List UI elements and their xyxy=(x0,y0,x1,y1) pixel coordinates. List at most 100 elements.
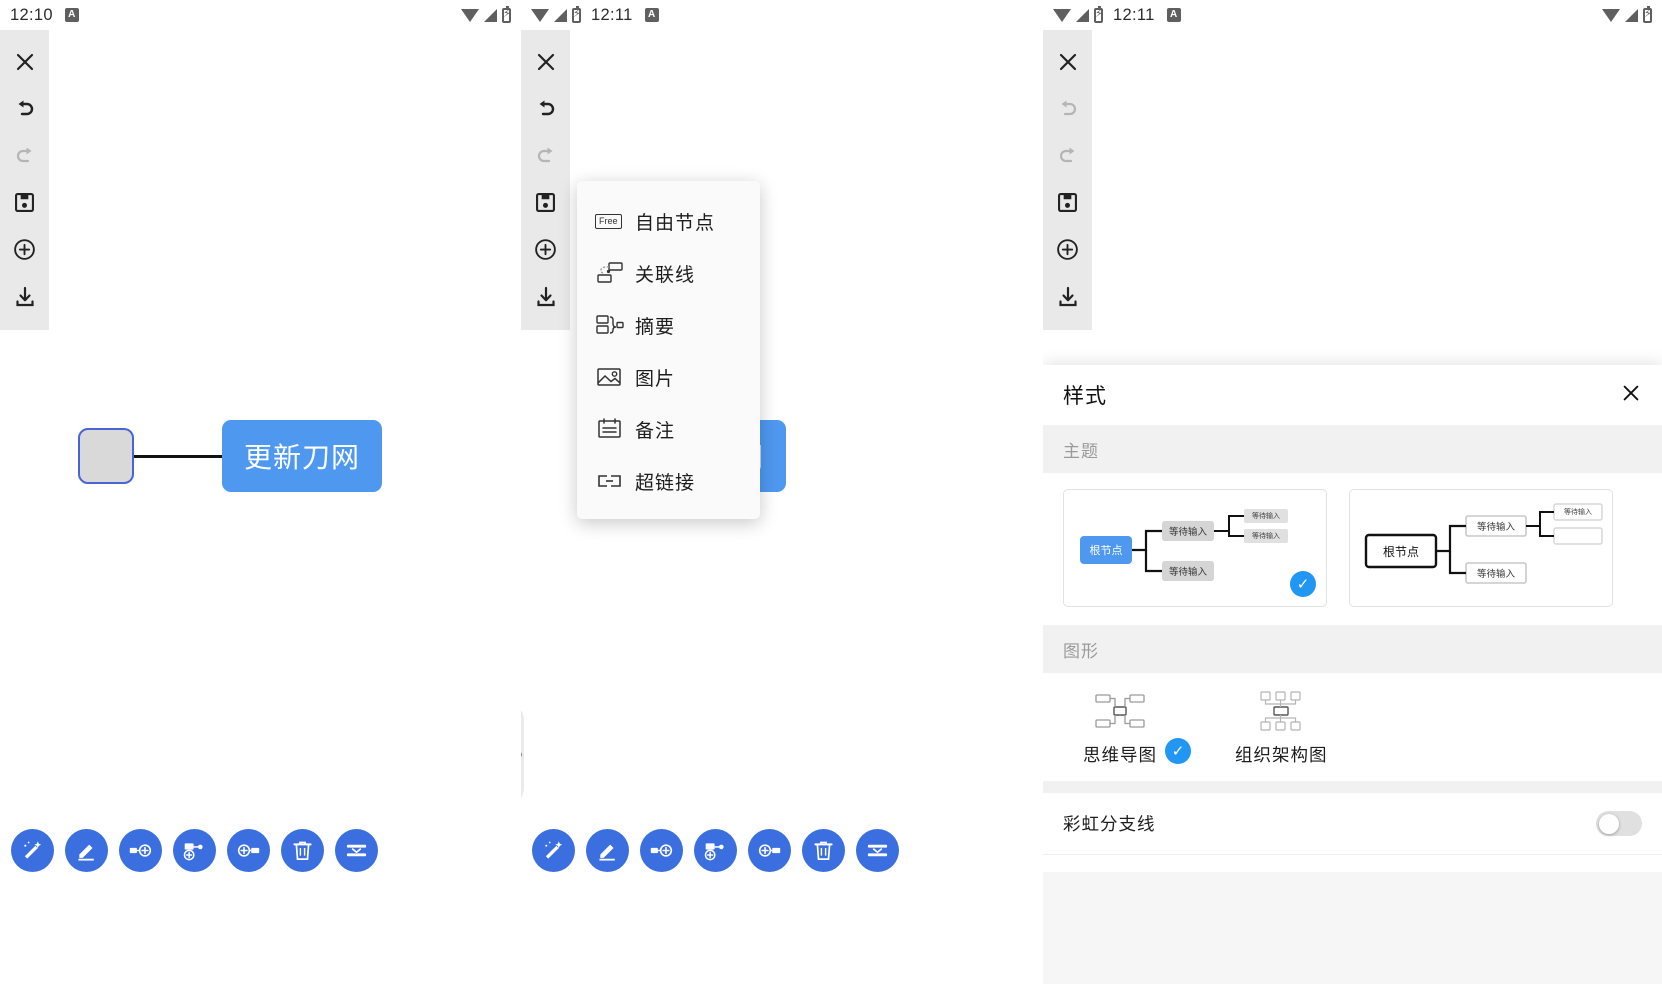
style-button[interactable] xyxy=(11,829,54,872)
add-button[interactable] xyxy=(0,226,49,273)
theme-grandchild-label: 等待输入 xyxy=(1252,533,1280,540)
shape-option-label: 思维导图 xyxy=(1083,745,1157,765)
add-parent-node-button[interactable] xyxy=(227,829,270,872)
mindmap-node-empty-selected[interactable] xyxy=(78,428,134,484)
trash-icon xyxy=(293,841,312,860)
export-button[interactable] xyxy=(0,273,49,320)
panel-2: 12:11 A 更新刀网 xyxy=(521,0,1043,984)
undo-icon xyxy=(18,100,33,115)
left-toolbar-2 xyxy=(521,30,570,330)
status-app-badge-icon: A xyxy=(644,8,659,22)
add-child-icon xyxy=(704,843,724,861)
add-child-node-button[interactable] xyxy=(173,829,216,872)
theme-child-label: 等待输入 xyxy=(1168,527,1207,538)
shape-option-mindmap[interactable]: 思维导图 ✓ xyxy=(1083,689,1191,767)
left-toolbar-3 xyxy=(1043,30,1092,330)
status-bar-3: 12:11 A xyxy=(1043,0,1662,30)
style-drawer-close-button[interactable] xyxy=(1620,382,1642,409)
menu-item-free-node[interactable]: Free 自由节点 xyxy=(577,195,760,247)
menu-item-note[interactable]: 备注 xyxy=(577,403,760,455)
redo-icon xyxy=(537,147,552,162)
menu-item-summary[interactable]: 摘要 xyxy=(577,299,760,351)
collapse-node-button[interactable] xyxy=(856,829,899,872)
menu-item-image[interactable]: 图片 xyxy=(577,351,760,403)
save-button[interactable] xyxy=(521,179,570,226)
theme-card-outline[interactable]: 根节点 等待输入 等待输入 等待输入 xyxy=(1349,489,1613,607)
theme-card-default[interactable]: 根节点 等待输入 等待输入 等待输入 等待输入 ✓ xyxy=(1063,489,1327,607)
wifi-icon xyxy=(1053,8,1071,22)
battery-charging-icon xyxy=(1094,5,1103,23)
delete-node-button[interactable] xyxy=(281,829,324,872)
mindmap-node-blue[interactable]: 更新刀网 xyxy=(222,420,383,492)
add-button[interactable] xyxy=(1043,226,1092,273)
mindmap-root-group: 更新刀网 xyxy=(78,420,383,492)
panel-1: 12:10 A 更新刀网 xyxy=(0,0,521,984)
add-sibling-node-button[interactable] xyxy=(119,829,162,872)
download-icon xyxy=(536,286,555,306)
redo-button[interactable] xyxy=(0,132,49,179)
save-icon xyxy=(536,193,555,212)
theme-grandchild-label: 等待输入 xyxy=(1564,509,1592,516)
style-button[interactable] xyxy=(532,829,575,872)
action-bar-2 xyxy=(532,829,899,872)
edit-button[interactable] xyxy=(586,829,629,872)
section-theme-label: 主题 xyxy=(1063,441,1099,461)
option-row-rainbow-branch[interactable]: 彩虹分支线 xyxy=(1043,793,1662,855)
status-time: 12:10 xyxy=(10,5,53,24)
menu-item-association-line[interactable]: 关联线 xyxy=(577,247,760,299)
battery-charging-icon xyxy=(572,5,581,23)
screenshot-root: 12:10 A 更新刀网 xyxy=(0,0,1662,984)
undo-button[interactable] xyxy=(521,85,570,132)
add-button[interactable] xyxy=(521,226,570,273)
save-icon xyxy=(15,193,34,212)
add-sibling-icon xyxy=(129,844,152,857)
status-app-badge-icon: A xyxy=(64,8,79,22)
export-button[interactable] xyxy=(521,273,570,320)
export-button[interactable] xyxy=(1043,273,1092,320)
menu-item-label: 自由节点 xyxy=(635,212,716,234)
note-icon xyxy=(595,416,631,442)
magic-wand-icon xyxy=(24,841,42,859)
free-node-icon: Free xyxy=(595,213,631,229)
left-toolbar-1 xyxy=(0,30,49,330)
delete-node-button[interactable] xyxy=(802,829,845,872)
close-button[interactable] xyxy=(0,38,49,85)
wifi-icon xyxy=(1602,8,1620,22)
status-indicators xyxy=(1602,5,1652,23)
save-icon xyxy=(1058,193,1077,212)
style-drawer-header: 样式 xyxy=(1043,365,1662,425)
status-bar-2: 12:11 A xyxy=(521,0,1043,30)
menu-item-label: 摘要 xyxy=(635,316,676,338)
rainbow-branch-toggle[interactable] xyxy=(1596,811,1642,836)
collapse-icon xyxy=(346,844,367,857)
undo-button[interactable] xyxy=(0,85,49,132)
close-button[interactable] xyxy=(521,38,570,85)
download-icon xyxy=(15,286,34,306)
summary-icon xyxy=(595,312,631,338)
style-drawer-title: 样式 xyxy=(1063,385,1107,408)
save-button[interactable] xyxy=(0,179,49,226)
shape-list: 思维导图 ✓ 组织架构图 xyxy=(1043,673,1662,781)
zoom-level: 100% xyxy=(521,746,522,762)
add-sibling-node-button[interactable] xyxy=(640,829,683,872)
signal-icon xyxy=(1625,8,1638,22)
collapse-node-button[interactable] xyxy=(335,829,378,872)
edit-button[interactable] xyxy=(65,829,108,872)
undo-button[interactable] xyxy=(1043,85,1092,132)
close-button[interactable] xyxy=(1043,38,1092,85)
add-child-node-button[interactable] xyxy=(694,829,737,872)
redo-button[interactable] xyxy=(521,132,570,179)
theme-list: 根节点 等待输入 等待输入 等待输入 等待输入 ✓ 根节点 等待输入 等待输入 … xyxy=(1043,473,1662,625)
add-parent-node-button[interactable] xyxy=(748,829,791,872)
redo-button[interactable] xyxy=(1043,132,1092,179)
status-app-badge-icon: A xyxy=(1166,8,1181,22)
shape-option-orgchart[interactable]: 组织架构图 xyxy=(1235,689,1328,767)
association-line-icon xyxy=(595,260,631,286)
menu-item-hyperlink[interactable]: 超链接 xyxy=(577,455,760,507)
hyperlink-icon xyxy=(595,468,631,494)
section-shape-header: 图形 xyxy=(1043,625,1662,673)
section-divider xyxy=(1043,781,1662,793)
menu-item-label: 图片 xyxy=(635,368,676,390)
save-button[interactable] xyxy=(1043,179,1092,226)
menu-item-label: 备注 xyxy=(635,420,676,442)
